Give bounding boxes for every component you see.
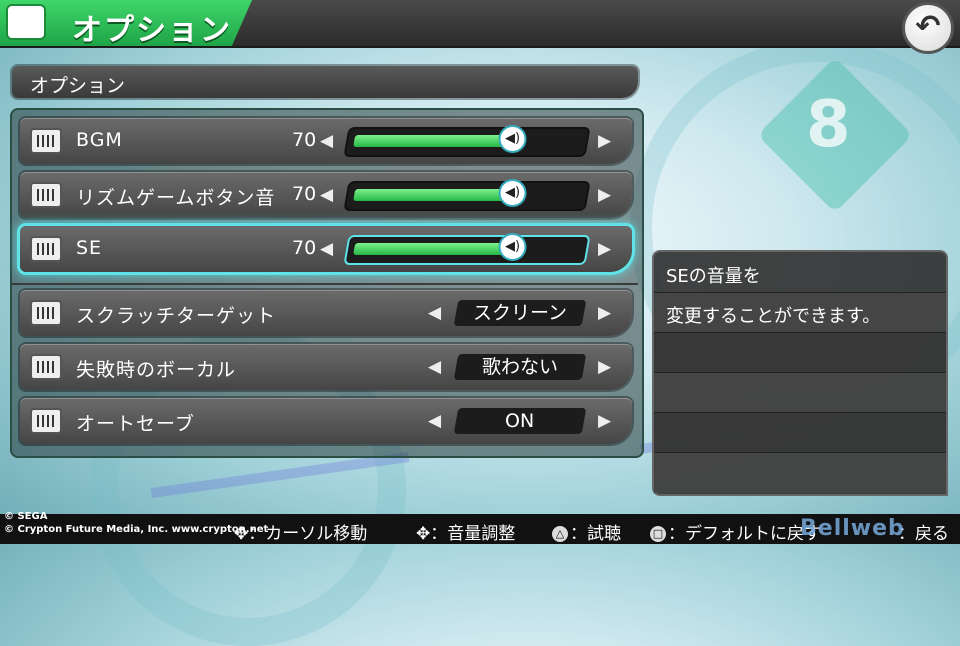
speaker-knob-icon[interactable]: ◀) <box>498 125 527 153</box>
hint-test: △ ：試聴 <box>552 519 621 544</box>
option-value: 70 <box>292 129 317 151</box>
option-label: SE <box>76 237 103 259</box>
slider-fill <box>353 135 514 147</box>
slider-fill <box>353 189 514 201</box>
option-value: 70 <box>292 183 317 205</box>
arrow-left-icon[interactable]: ◀ <box>320 239 333 259</box>
section-title: オプション <box>30 75 126 97</box>
option-row-se[interactable]: SE 70 ◀ ◀) ▶ <box>20 226 632 272</box>
copyright-crypton: © Crypton Future Media, Inc. www.crypton… <box>4 524 269 535</box>
arrow-right-icon[interactable]: ▶ <box>598 303 611 323</box>
option-row-rhythm-button-sound[interactable]: リズムゲームボタン音 70 ◀ ◀) ▶ <box>20 172 632 218</box>
square-button-icon: □ <box>650 526 666 542</box>
speaker-knob-icon[interactable]: ◀) <box>498 233 527 261</box>
option-choice[interactable]: 歌わない <box>453 354 587 380</box>
option-value: 70 <box>292 237 317 259</box>
choice-value: 歌わない <box>481 356 558 378</box>
description-line-2: 変更することができます。 <box>666 306 881 327</box>
equalizer-icon <box>30 408 62 434</box>
slider-fill <box>353 243 514 255</box>
option-label: 失敗時のボーカル <box>76 359 237 381</box>
dpad-icon: ✥ <box>234 524 249 544</box>
copyright: © SEGA © Crypton Future Media, Inc. www.… <box>4 510 268 536</box>
arrow-left-icon[interactable]: ◀ <box>320 131 333 151</box>
description-panel: SEの音量を 変更することができます。 <box>652 250 948 496</box>
equalizer-icon <box>30 236 62 262</box>
equalizer-icon <box>30 300 62 326</box>
hint-back: ：戻る <box>898 524 949 544</box>
option-label: オートセーブ <box>76 413 195 435</box>
hint-default: □ ：デフォルトに戻す <box>650 519 821 544</box>
options-divider <box>12 283 638 285</box>
option-choice[interactable]: ON <box>453 408 587 434</box>
option-row-bgm[interactable]: BGM 70 ◀ ◀) ▶ <box>20 118 632 164</box>
option-row-autosave[interactable]: オートセーブ ◀ ON ▶ <box>20 398 632 444</box>
option-label: BGM <box>76 129 123 151</box>
volume-slider[interactable]: ◀) <box>343 179 591 211</box>
section-header: オプション <box>12 66 638 98</box>
choice-value: ON <box>505 410 535 432</box>
arrow-left-icon[interactable]: ◀ <box>428 303 441 323</box>
triangle-button-icon: △ <box>552 526 568 542</box>
option-row-scratch-target[interactable]: スクラッチターゲット ◀ スクリーン ▶ <box>20 290 632 336</box>
footer-bar: © SEGA © Crypton Future Media, Inc. www.… <box>0 511 960 544</box>
hint-cursor: ✥：カーソル移動 <box>234 524 368 544</box>
equalizer-icon <box>30 128 62 154</box>
watermark: Bellweb <box>800 516 905 541</box>
speaker-knob-icon[interactable]: ◀) <box>498 179 527 207</box>
choice-value: スクリーン <box>472 302 568 324</box>
back-button[interactable]: ↶ <box>902 2 954 54</box>
arrow-right-icon[interactable]: ▶ <box>598 357 611 377</box>
hint-adjust: ✥：音量調整 <box>416 524 516 544</box>
option-label: スクラッチターゲット <box>76 305 277 327</box>
arrow-right-icon[interactable]: ▶ <box>598 185 611 205</box>
option-label: リズムゲームボタン音 <box>76 187 276 209</box>
volume-slider[interactable]: ◀) <box>343 125 591 157</box>
arrow-left-icon[interactable]: ◀ <box>428 411 441 431</box>
dpad-lr-icon: ✥ <box>416 524 431 544</box>
option-choice[interactable]: スクリーン <box>453 300 587 326</box>
equalizer-icon <box>30 182 62 208</box>
description-line-1: SEの音量を <box>666 266 761 287</box>
volume-slider[interactable]: ◀) <box>343 233 591 265</box>
arrow-right-icon[interactable]: ▶ <box>598 411 611 431</box>
arrow-left-icon[interactable]: ◀ <box>428 357 441 377</box>
equalizer-icon <box>30 354 62 380</box>
arrow-left-icon[interactable]: ◀ <box>320 185 333 205</box>
option-row-fail-vocal[interactable]: 失敗時のボーカル ◀ 歌わない ▶ <box>20 344 632 390</box>
page-title: オプション <box>72 13 232 48</box>
title-tab: オプション <box>0 0 252 46</box>
arrow-right-icon[interactable]: ▶ <box>598 131 611 151</box>
arrow-right-icon[interactable]: ▶ <box>598 239 611 259</box>
options-equalizer-icon <box>6 4 46 40</box>
copyright-sega: © SEGA <box>4 511 48 522</box>
